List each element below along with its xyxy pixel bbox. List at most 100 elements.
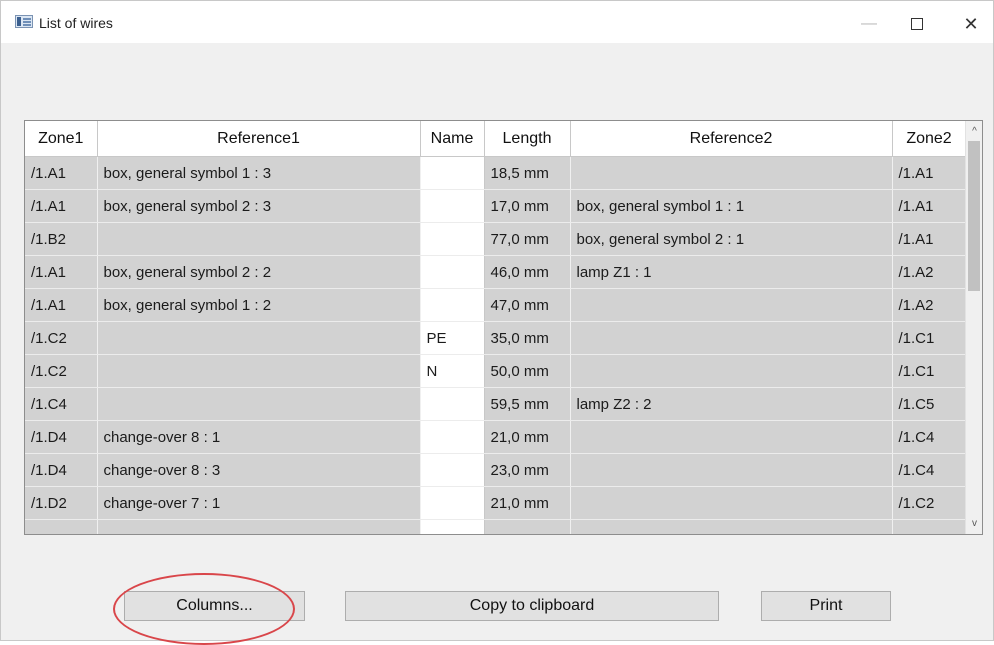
table-row[interactable]: /1.A1 box, general symbol 1 : 2 47,0 mm … <box>25 288 967 322</box>
cell-reference2[interactable] <box>570 420 893 454</box>
cell-zone2[interactable]: /1.A1 <box>892 189 967 223</box>
table-row[interactable]: /1.C2 PE 35,0 mm /1.C1 <box>25 321 967 355</box>
cell-zone1[interactable]: /1.A1 <box>25 288 98 322</box>
copy-to-clipboard-button[interactable]: Copy to clipboard <box>345 591 719 621</box>
cell-name[interactable]: PE <box>420 321 485 355</box>
maximize-icon <box>911 18 923 30</box>
cell-reference2[interactable] <box>570 453 893 487</box>
cell-zone1[interactable]: /1.D2 <box>25 486 98 520</box>
cell-reference1[interactable] <box>97 387 421 421</box>
column-header-reference2[interactable]: Reference2 <box>570 121 893 157</box>
cell-reference1[interactable]: change-over 8 : 1 <box>97 420 421 454</box>
cell-zone2[interactable]: /1.C2 <box>892 486 967 520</box>
cell-length[interactable]: 50,0 mm <box>484 354 571 388</box>
cell-zone2[interactable]: /1.C1 <box>892 321 967 355</box>
wires-table-frame: Zone1 Reference1 Name Length Reference2 … <box>24 120 983 535</box>
cell-zone2[interactable]: /1.C5 <box>892 387 967 421</box>
cell-zone1[interactable]: /1.B2 <box>25 222 98 256</box>
title-bar: List of wires — ✕ <box>1 1 993 43</box>
cell-zone1[interactable]: /1.C4 <box>25 387 98 421</box>
cell-zone1[interactable]: /1.C2 <box>25 321 98 355</box>
cell-reference2[interactable] <box>570 486 893 520</box>
cell-length[interactable]: 47,0 mm <box>484 288 571 322</box>
cell-reference2[interactable] <box>570 156 893 190</box>
column-header-zone1[interactable]: Zone1 <box>25 121 98 157</box>
cell-zone1[interactable]: /1.A1 <box>25 156 98 190</box>
cell-zone1[interactable]: /1.A1 <box>25 255 98 289</box>
cell-name[interactable] <box>420 255 485 289</box>
column-header-name[interactable]: Name <box>420 121 485 157</box>
table-row[interactable] <box>25 519 967 534</box>
table-row[interactable]: /1.B2 77,0 mm box, general symbol 2 : 1 … <box>25 222 967 256</box>
column-header-length[interactable]: Length <box>484 121 571 157</box>
cell-reference2[interactable] <box>570 321 893 355</box>
cell-zone1[interactable]: /1.D4 <box>25 420 98 454</box>
cell-zone2[interactable]: /1.A1 <box>892 156 967 190</box>
cell-reference2[interactable] <box>570 288 893 322</box>
cell-reference2[interactable]: lamp Z2 : 2 <box>570 387 893 421</box>
cell-zone2[interactable]: /1.A1 <box>892 222 967 256</box>
maximize-button[interactable] <box>897 9 937 39</box>
table-row[interactable]: /1.A1 box, general symbol 2 : 2 46,0 mm … <box>25 255 967 289</box>
cell-length[interactable]: 77,0 mm <box>484 222 571 256</box>
cell-reference1[interactable]: box, general symbol 1 : 2 <box>97 288 421 322</box>
cell-length[interactable]: 59,5 mm <box>484 387 571 421</box>
scroll-down-icon[interactable]: v <box>966 515 982 532</box>
table-row[interactable]: /1.A1 box, general symbol 2 : 3 17,0 mm … <box>25 189 967 223</box>
cell-length[interactable]: 21,0 mm <box>484 420 571 454</box>
cell-zone2[interactable]: /1.C4 <box>892 453 967 487</box>
cell-zone2[interactable]: /1.C1 <box>892 354 967 388</box>
print-button[interactable]: Print <box>761 591 891 621</box>
cell-reference2[interactable]: lamp Z1 : 1 <box>570 255 893 289</box>
scrollbar-thumb[interactable] <box>968 141 980 291</box>
table-row[interactable]: /1.A1 box, general symbol 1 : 3 18,5 mm … <box>25 156 967 190</box>
cell-length[interactable]: 46,0 mm <box>484 255 571 289</box>
cell-length[interactable]: 35,0 mm <box>484 321 571 355</box>
cell-name[interactable] <box>420 387 485 421</box>
vertical-scrollbar[interactable]: ^ v <box>965 121 982 534</box>
cell-reference1[interactable] <box>97 222 421 256</box>
cell-name[interactable] <box>420 156 485 190</box>
cell-reference1[interactable] <box>97 321 421 355</box>
cell-reference1[interactable]: box, general symbol 2 : 3 <box>97 189 421 223</box>
table-row[interactable]: /1.D2 change-over 7 : 1 21,0 mm /1.C2 <box>25 486 967 520</box>
cell-zone1[interactable]: /1.C2 <box>25 354 98 388</box>
window-title: List of wires <box>39 15 113 31</box>
annotation-circle <box>113 573 295 645</box>
cell-zone1[interactable]: /1.A1 <box>25 189 98 223</box>
scroll-up-icon[interactable]: ^ <box>966 123 982 140</box>
close-button[interactable]: ✕ <box>951 9 991 39</box>
cell-name[interactable] <box>420 420 485 454</box>
column-header-zone2[interactable]: Zone2 <box>892 121 967 157</box>
cell-name[interactable] <box>420 189 485 223</box>
cell-zone2[interactable]: /1.C4 <box>892 420 967 454</box>
cell-reference1[interactable]: change-over 8 : 3 <box>97 453 421 487</box>
cell-zone1[interactable]: /1.D4 <box>25 453 98 487</box>
table-row[interactable]: /1.D4 change-over 8 : 3 23,0 mm /1.C4 <box>25 453 967 487</box>
cell-name[interactable] <box>420 453 485 487</box>
cell-reference1[interactable] <box>97 354 421 388</box>
column-header-reference1[interactable]: Reference1 <box>97 121 421 157</box>
table-row[interactable]: /1.C4 59,5 mm lamp Z2 : 2 /1.C5 <box>25 387 967 421</box>
cell-name[interactable] <box>420 288 485 322</box>
cell-name[interactable]: N <box>420 354 485 388</box>
cell-name[interactable] <box>420 486 485 520</box>
cell-length[interactable]: 17,0 mm <box>484 189 571 223</box>
cell-name[interactable] <box>420 222 485 256</box>
wires-table: Zone1 Reference1 Name Length Reference2 … <box>25 121 967 534</box>
minimize-button[interactable]: — <box>849 9 889 39</box>
cell-reference1[interactable]: box, general symbol 1 : 3 <box>97 156 421 190</box>
table-row[interactable]: /1.C2 N 50,0 mm /1.C1 <box>25 354 967 388</box>
cell-reference2[interactable]: box, general symbol 2 : 1 <box>570 222 893 256</box>
cell-reference1[interactable]: box, general symbol 2 : 2 <box>97 255 421 289</box>
cell-length[interactable]: 21,0 mm <box>484 486 571 520</box>
cell-reference2[interactable] <box>570 354 893 388</box>
cell-reference2[interactable]: box, general symbol 1 : 1 <box>570 189 893 223</box>
cell-zone2[interactable]: /1.A2 <box>892 288 967 322</box>
table-row[interactable]: /1.D4 change-over 8 : 1 21,0 mm /1.C4 <box>25 420 967 454</box>
cell-length[interactable]: 18,5 mm <box>484 156 571 190</box>
cell-length[interactable]: 23,0 mm <box>484 453 571 487</box>
window-list-icon <box>15 15 33 28</box>
cell-reference1[interactable]: change-over 7 : 1 <box>97 486 421 520</box>
cell-zone2[interactable]: /1.A2 <box>892 255 967 289</box>
